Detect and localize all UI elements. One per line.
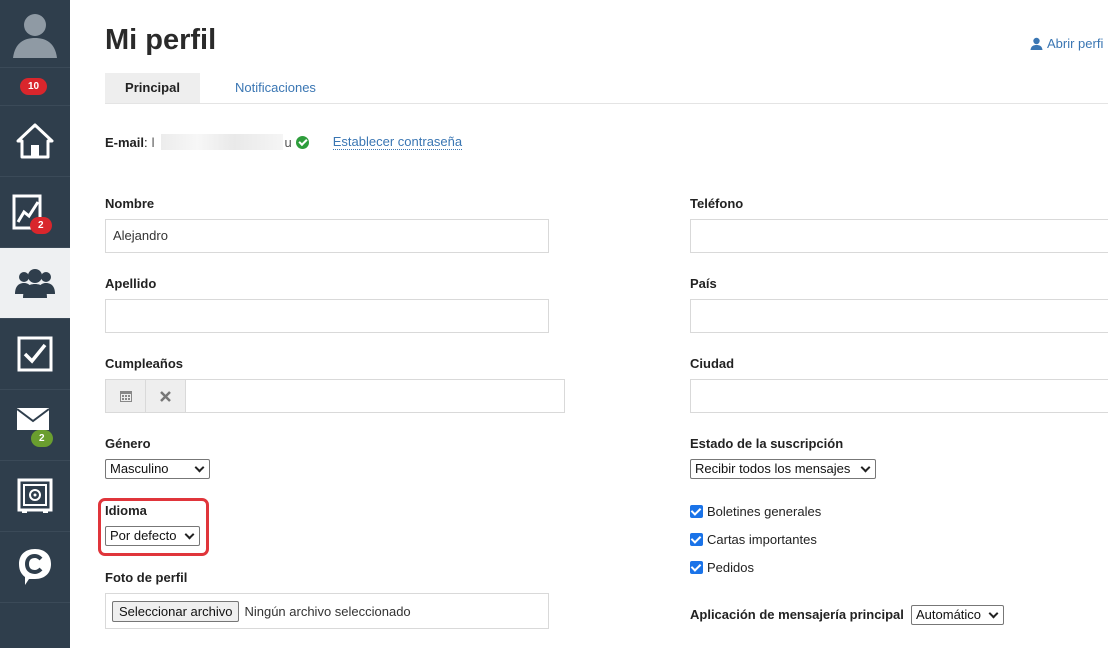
apellido-input[interactable] [105, 299, 549, 333]
email-label: E-mail [105, 134, 145, 150]
mail-badge: 2 [31, 430, 53, 447]
sidebar: 10 2 2 [0, 0, 70, 648]
checkbox-label: Pedidos [707, 560, 754, 575]
mensajeria-label: Aplicación de mensajería principal [690, 607, 904, 622]
genero-label: Género [105, 436, 151, 451]
birthday-date-group [105, 379, 565, 413]
sidebar-item-safe[interactable] [0, 461, 70, 532]
tab-bar: Principal Notificaciones [105, 73, 1108, 104]
sidebar-avatar[interactable] [0, 0, 70, 68]
birthday-input[interactable] [186, 380, 564, 412]
safe-icon [17, 478, 53, 513]
page-title: Mi perfil [105, 24, 217, 56]
idioma-label: Idioma [105, 503, 147, 518]
suscripcion-label: Estado de la suscripción [690, 436, 844, 451]
open-profile-label: Abrir perfi [1047, 36, 1104, 51]
calendar-icon [119, 391, 132, 402]
email-row: E-mail: l u Establecer contraseña [105, 134, 463, 150]
tab-notificaciones[interactable]: Notificaciones [215, 73, 336, 103]
avatar-icon [13, 13, 57, 58]
telefono-input[interactable] [690, 219, 1108, 253]
home-icon [16, 123, 54, 159]
checkbox-label: Cartas importantes [707, 532, 817, 547]
checkbox-pedidos[interactable]: Pedidos [690, 560, 754, 575]
checkbox-checked-icon[interactable] [690, 505, 703, 518]
checkbox-label: Boletines generales [707, 504, 822, 519]
verified-check-icon [295, 135, 309, 149]
idioma-select[interactable]: Por defecto [105, 526, 200, 546]
mail-icon [16, 408, 50, 430]
cumpleanos-label: Cumpleaños [105, 356, 184, 371]
select-file-button[interactable]: Seleccionar archivo [112, 600, 240, 622]
notifications-badge: 10 [20, 78, 48, 95]
checkbox-cartas[interactable]: Cartas importantes [690, 532, 817, 547]
contacts-icon [15, 269, 55, 298]
checkbox-checked-icon[interactable] [690, 561, 703, 574]
close-icon [160, 390, 171, 402]
sidebar-item-chat[interactable] [0, 532, 70, 603]
file-input-box: Seleccionar archivo Ningún archivo selec… [105, 593, 549, 629]
ciudad-label: Ciudad [690, 356, 735, 371]
nombre-input[interactable]: Alejandro [105, 219, 549, 253]
reports-badge: 2 [30, 217, 52, 234]
suscripcion-select[interactable]: Recibir todos los mensajes [690, 459, 876, 479]
user-icon [1030, 37, 1043, 50]
sidebar-item-home[interactable] [0, 106, 70, 177]
email-colon: : [144, 134, 148, 150]
checkbox-checked-icon[interactable] [690, 533, 703, 546]
pais-label: País [690, 276, 717, 291]
email-value-end: u [284, 134, 292, 150]
tab-principal[interactable]: Principal [105, 73, 200, 103]
pais-input[interactable] [690, 299, 1108, 333]
ciudad-input[interactable] [690, 379, 1108, 413]
email-redacted [160, 134, 283, 150]
nombre-label: Nombre [105, 196, 155, 211]
mensajeria-select[interactable]: Automático [911, 605, 1004, 625]
foto-perfil-label: Foto de perfil [105, 570, 188, 585]
checkbox-boletines[interactable]: Boletines generales [690, 504, 821, 519]
calendar-button[interactable] [106, 380, 146, 412]
clear-date-button[interactable] [146, 380, 186, 412]
set-password-link[interactable]: Establecer contraseña [332, 134, 463, 150]
sidebar-notifications[interactable]: 10 [0, 68, 70, 106]
telefono-label: Teléfono [690, 196, 744, 211]
apellido-label: Apellido [105, 276, 157, 291]
open-profile-link[interactable]: Abrir perfi [1030, 36, 1103, 51]
sidebar-item-mail[interactable]: 2 [0, 390, 70, 461]
sidebar-item-reports[interactable]: 2 [0, 177, 70, 248]
file-status: Ningún archivo seleccionado [244, 603, 411, 619]
sidebar-item-tasks[interactable] [0, 319, 70, 390]
tasks-icon [17, 336, 53, 372]
email-value-start: l [151, 134, 155, 150]
chat-icon [19, 549, 51, 585]
genero-select[interactable]: Masculino [105, 459, 210, 479]
sidebar-item-contacts[interactable] [0, 248, 70, 319]
